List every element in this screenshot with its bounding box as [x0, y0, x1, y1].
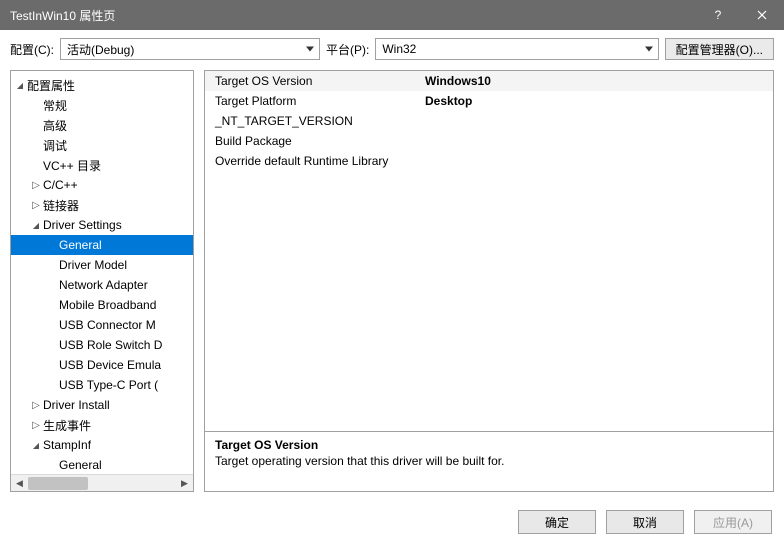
- tree-item[interactable]: ◢StampInf: [11, 435, 193, 455]
- config-label: 配置(C):: [10, 41, 54, 58]
- chevron-down-icon: ◢: [13, 81, 27, 90]
- property-tree[interactable]: ◢配置属性◢常规◢高级◢调试◢VC++ 目录▷C/C++▷链接器◢Driver …: [11, 71, 193, 474]
- tree-item[interactable]: ◢Network Adapter: [11, 275, 193, 295]
- tree-item[interactable]: ◢常规: [11, 95, 193, 115]
- tree-item[interactable]: ◢调试: [11, 135, 193, 155]
- tree-item-label: 常规: [43, 97, 67, 114]
- scroll-left-icon[interactable]: ◀: [11, 475, 28, 492]
- chevron-down-icon: ◢: [29, 441, 43, 450]
- chevron-right-icon: ▷: [29, 200, 43, 211]
- property-value[interactable]: Desktop: [425, 94, 472, 108]
- platform-label: 平台(P):: [326, 41, 369, 58]
- scroll-thumb[interactable]: [28, 477, 88, 490]
- chevron-right-icon: ▷: [29, 420, 43, 431]
- property-row[interactable]: Target PlatformDesktop: [205, 91, 773, 111]
- tree-item-label: USB Role Switch D: [59, 338, 162, 352]
- tree-item-label: StampInf: [43, 438, 91, 452]
- tree-item[interactable]: ◢Mobile Broadband: [11, 295, 193, 315]
- tree-item-label: General: [59, 238, 102, 252]
- tree-item-label: 调试: [43, 137, 67, 154]
- tree-item[interactable]: ◢VC++ 目录: [11, 155, 193, 175]
- window-title: TestInWin10 属性页: [10, 7, 696, 24]
- property-key: _NT_TARGET_VERSION: [215, 114, 425, 128]
- tree-item[interactable]: ◢Driver Model: [11, 255, 193, 275]
- tree-item-label: Driver Settings: [43, 218, 122, 232]
- scroll-right-icon[interactable]: ▶: [176, 475, 193, 492]
- toolbar: 配置(C): 平台(P): 配置管理器(O)...: [0, 30, 784, 68]
- tree-item[interactable]: ◢General: [11, 455, 193, 474]
- close-button[interactable]: [740, 0, 784, 30]
- property-grid[interactable]: Target OS VersionWindows10Target Platfor…: [205, 71, 773, 431]
- property-row[interactable]: Override default Runtime Library: [205, 151, 773, 171]
- property-key: Target OS Version: [215, 74, 425, 88]
- tree-hscrollbar[interactable]: ◀ ▶: [11, 474, 193, 491]
- tree-item[interactable]: ◢USB Connector M: [11, 315, 193, 335]
- apply-button[interactable]: 应用(A): [694, 510, 772, 534]
- tree-item[interactable]: ◢高级: [11, 115, 193, 135]
- tree-item-label: USB Connector M: [59, 318, 156, 332]
- property-row[interactable]: Build Package: [205, 131, 773, 151]
- tree-item-label: Driver Model: [59, 258, 127, 272]
- chevron-right-icon: ▷: [29, 180, 43, 191]
- tree-item-label: Network Adapter: [59, 278, 148, 292]
- property-key: Override default Runtime Library: [215, 154, 425, 168]
- scroll-track[interactable]: [28, 475, 176, 492]
- chevron-right-icon: ▷: [29, 400, 43, 411]
- close-icon: [757, 10, 767, 20]
- help-button[interactable]: ?: [696, 0, 740, 30]
- tree-item-label: 配置属性: [27, 77, 75, 94]
- chevron-down-icon: ◢: [29, 221, 43, 230]
- cancel-button[interactable]: 取消: [606, 510, 684, 534]
- description-title: Target OS Version: [215, 438, 763, 452]
- tree-item-label: USB Type-C Port (: [59, 378, 158, 392]
- tree-item-label: C/C++: [43, 178, 78, 192]
- tree-pane: ◢配置属性◢常规◢高级◢调试◢VC++ 目录▷C/C++▷链接器◢Driver …: [10, 70, 194, 492]
- titlebar: TestInWin10 属性页 ?: [0, 0, 784, 30]
- tree-item[interactable]: ▷链接器: [11, 195, 193, 215]
- description-box: Target OS Version Target operating versi…: [205, 431, 773, 491]
- tree-item[interactable]: ◢USB Type-C Port (: [11, 375, 193, 395]
- tree-item[interactable]: ▷C/C++: [11, 175, 193, 195]
- property-key: Target Platform: [215, 94, 425, 108]
- footer: 确定 取消 应用(A): [0, 500, 784, 548]
- tree-item-label: General: [59, 458, 102, 472]
- config-combo[interactable]: [60, 38, 320, 60]
- tree-item[interactable]: ◢Driver Settings: [11, 215, 193, 235]
- tree-item[interactable]: ▷生成事件: [11, 415, 193, 435]
- property-row[interactable]: Target OS VersionWindows10: [205, 71, 773, 91]
- main-area: ◢配置属性◢常规◢高级◢调试◢VC++ 目录▷C/C++▷链接器◢Driver …: [0, 68, 784, 500]
- property-key: Build Package: [215, 134, 425, 148]
- tree-item-label: Driver Install: [43, 398, 110, 412]
- tree-item[interactable]: ▷Driver Install: [11, 395, 193, 415]
- tree-item-label: 高级: [43, 117, 67, 134]
- ok-button[interactable]: 确定: [518, 510, 596, 534]
- config-manager-button[interactable]: 配置管理器(O)...: [665, 38, 774, 60]
- tree-item-label: VC++ 目录: [43, 157, 101, 174]
- property-value[interactable]: Windows10: [425, 74, 491, 88]
- content-pane: Target OS VersionWindows10Target Platfor…: [204, 70, 774, 492]
- tree-item[interactable]: ◢配置属性: [11, 75, 193, 95]
- tree-item-label: 生成事件: [43, 417, 91, 434]
- tree-item[interactable]: ◢USB Role Switch D: [11, 335, 193, 355]
- tree-item-label: USB Device Emula: [59, 358, 161, 372]
- tree-item[interactable]: ◢General: [11, 235, 193, 255]
- tree-item-label: Mobile Broadband: [59, 298, 156, 312]
- property-row[interactable]: _NT_TARGET_VERSION: [205, 111, 773, 131]
- platform-combo[interactable]: [375, 38, 658, 60]
- tree-item[interactable]: ◢USB Device Emula: [11, 355, 193, 375]
- tree-item-label: 链接器: [43, 197, 79, 214]
- description-body: Target operating version that this drive…: [215, 454, 763, 468]
